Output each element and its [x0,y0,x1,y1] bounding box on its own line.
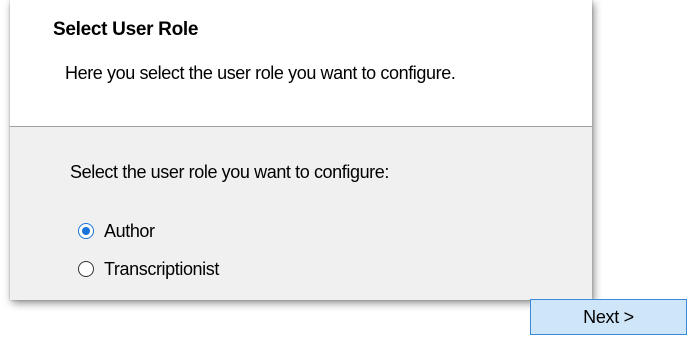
role-option-author[interactable]: Author [78,219,155,243]
wizard-dialog: Select User Role Here you select the use… [10,0,592,300]
transcriptionist-radio[interactable] [78,261,94,277]
screenshot-stage: Select User Role Here you select the use… [0,0,689,338]
page-title: Select User Role [53,19,199,40]
role-option-transcriptionist[interactable]: Transcriptionist [78,257,219,281]
wizard-header: Select User Role Here you select the use… [10,0,592,127]
page-subtitle: Here you select the user role you want t… [65,63,456,83]
transcriptionist-radio-label[interactable]: Transcriptionist [104,259,219,280]
role-prompt: Select the user role you want to configu… [70,162,389,182]
next-button[interactable]: Next > [530,299,687,335]
author-radio[interactable] [78,223,94,239]
author-radio-label[interactable]: Author [104,221,155,242]
